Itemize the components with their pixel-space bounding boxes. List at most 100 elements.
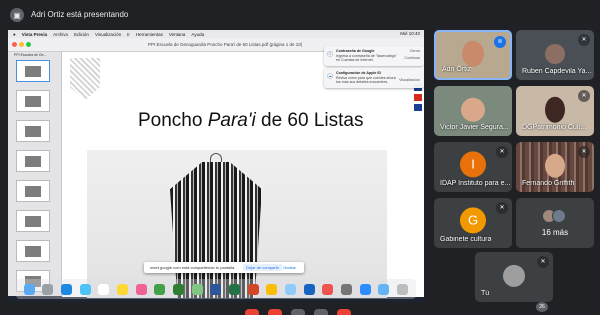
mail-icon[interactable] bbox=[79, 283, 91, 295]
maps-icon[interactable] bbox=[191, 283, 203, 295]
page-thumbnail[interactable] bbox=[16, 150, 50, 172]
avatar bbox=[552, 209, 566, 223]
minimize-window-button[interactable] bbox=[19, 42, 24, 47]
notification-google-password[interactable]: G Contraseña de Google Ingresa a contras… bbox=[324, 46, 424, 66]
presenter-text: Adri Ortiz está presentando bbox=[31, 10, 129, 19]
participant-tile[interactable]: ✕ DGPatrimonio Cult... bbox=[516, 86, 594, 136]
self-tile[interactable]: ✕ Tú bbox=[475, 252, 553, 302]
page-thumbnail[interactable] bbox=[16, 210, 50, 232]
more-participants-count: 16 más bbox=[541, 228, 569, 237]
facetime-icon[interactable] bbox=[173, 283, 185, 295]
page-thumbnail[interactable] bbox=[16, 120, 50, 142]
folder-icon[interactable] bbox=[378, 283, 390, 295]
menu-item-go[interactable]: Ir bbox=[127, 32, 130, 37]
hanger-icon bbox=[210, 153, 222, 163]
page-thumbnail[interactable] bbox=[16, 60, 50, 82]
decorative-pattern bbox=[70, 58, 100, 100]
participant-video bbox=[545, 96, 565, 123]
participant-name: Adri Ortiz bbox=[442, 66, 472, 73]
menu-item-app[interactable]: Vista Previa bbox=[22, 32, 47, 37]
control-button-edge[interactable] bbox=[337, 309, 351, 315]
mac-menubar: ● Vista Previa Archivo Edición Visualiza… bbox=[8, 30, 424, 38]
document-title: PPI Escuela de Genoguardia Poncho Para'i… bbox=[148, 42, 303, 47]
participant-tile[interactable]: ≋ Adri Ortiz bbox=[434, 30, 512, 80]
word-icon[interactable] bbox=[210, 283, 222, 295]
screen-share-bar: meet.google.com está compartiendo tu pan… bbox=[144, 262, 304, 273]
notification-continue-button[interactable]: Continuar bbox=[404, 56, 420, 60]
menu-item-tools[interactable]: Herramientas bbox=[136, 32, 163, 37]
menubar-clock: Mié 10:40 bbox=[400, 31, 420, 36]
shared-screen[interactable]: ● Vista Previa Archivo Edición Visualiza… bbox=[8, 30, 424, 302]
participant-name: Fernando Griffith bbox=[522, 180, 575, 187]
notes-icon[interactable] bbox=[117, 283, 129, 295]
notification-close-button[interactable]: Cerrar bbox=[410, 49, 420, 53]
trash-icon[interactable] bbox=[396, 283, 408, 295]
menu-item-edit[interactable]: Edición bbox=[74, 32, 89, 37]
music-icon[interactable] bbox=[322, 283, 334, 295]
preview-icon[interactable] bbox=[285, 283, 297, 295]
close-window-button[interactable] bbox=[12, 42, 17, 47]
menu-item-file[interactable]: Archivo bbox=[53, 32, 68, 37]
mac-dock bbox=[16, 279, 416, 299]
participant-name: IDAP Instituto para e... bbox=[440, 180, 511, 187]
participant-tile[interactable]: ✕ Fernando Griffith bbox=[516, 142, 594, 192]
control-button-edge[interactable] bbox=[245, 309, 259, 315]
participant-tile[interactable]: I ✕ IDAP Instituto para e... bbox=[434, 142, 512, 192]
mic-off-icon: ✕ bbox=[537, 256, 549, 268]
page-thumbnail[interactable] bbox=[16, 90, 50, 112]
poncho-photo bbox=[87, 150, 387, 298]
calendar-icon[interactable] bbox=[98, 283, 110, 295]
app-store-icon[interactable] bbox=[303, 283, 315, 295]
participant-count-badge: 26 bbox=[536, 302, 548, 312]
excel-icon[interactable] bbox=[229, 283, 241, 295]
mic-off-icon: ✕ bbox=[496, 202, 508, 214]
participant-tile[interactable]: ✕ Ruben Capdevila Ya... bbox=[516, 30, 594, 80]
notification-view-button[interactable]: Visualización bbox=[399, 78, 420, 82]
chrome-icon[interactable] bbox=[266, 283, 278, 295]
participant-video bbox=[461, 97, 485, 122]
safari-icon[interactable] bbox=[61, 283, 73, 295]
slide-title: Poncho Para'i de 60 Listas bbox=[138, 110, 364, 131]
stop-sharing-button[interactable]: Dejar de compartir bbox=[243, 264, 282, 271]
page-thumbnail[interactable] bbox=[16, 180, 50, 202]
thumbnail-sidebar: PPI Escuela de Ge... bbox=[8, 52, 62, 296]
google-icon: G bbox=[327, 51, 333, 57]
more-participants-tile[interactable]: 16 más bbox=[516, 198, 594, 248]
menu-item-help[interactable]: Ayuda bbox=[191, 32, 204, 37]
poncho-image bbox=[170, 162, 262, 298]
powerpoint-icon[interactable] bbox=[247, 283, 259, 295]
control-button-edge[interactable] bbox=[268, 309, 282, 315]
zoom-icon[interactable] bbox=[359, 283, 371, 295]
page-thumbnail[interactable] bbox=[16, 240, 50, 262]
self-name: Tú bbox=[481, 290, 490, 297]
participant-tile[interactable]: G ✕ Gabinete cultura bbox=[434, 198, 512, 248]
menu-item-view[interactable]: Visualización bbox=[95, 32, 121, 37]
messages-icon[interactable] bbox=[154, 283, 166, 295]
control-button-edge[interactable] bbox=[314, 309, 328, 315]
launchpad-icon[interactable] bbox=[42, 283, 54, 295]
participant-name: Gabinete cultura bbox=[440, 236, 492, 243]
photos-icon[interactable] bbox=[135, 283, 147, 295]
participant-tile[interactable]: Victor Javier Segura... bbox=[434, 86, 512, 136]
presentation-icon: ▣ bbox=[10, 8, 24, 22]
participant-video bbox=[545, 153, 565, 178]
mic-off-icon: ✕ bbox=[496, 146, 508, 158]
thumbnail-label: PPI Escuela de Ge... bbox=[14, 53, 47, 57]
participant-avatar: I bbox=[460, 151, 486, 178]
finder-icon[interactable] bbox=[23, 283, 35, 295]
notification-apple-id[interactable]: ☁ Configuración de Apple ID Revisa cómo … bbox=[324, 68, 424, 88]
presenter-bar: ▣ Adri Ortiz está presentando bbox=[0, 0, 600, 30]
settings-icon[interactable] bbox=[340, 283, 352, 295]
participant-video bbox=[462, 40, 484, 67]
participant-avatar: G bbox=[460, 207, 486, 234]
apple-icon[interactable]: ● bbox=[13, 32, 16, 37]
self-avatar bbox=[503, 264, 525, 287]
participant-name: DGPatrimonio Cult... bbox=[522, 124, 587, 131]
menu-item-window[interactable]: Ventana bbox=[169, 32, 186, 37]
participant-name: Victor Javier Segura... bbox=[440, 124, 509, 131]
hide-button[interactable]: Ocultar bbox=[280, 264, 299, 271]
mic-off-icon: ✕ bbox=[578, 34, 590, 46]
control-button-edge[interactable] bbox=[291, 309, 305, 315]
maximize-window-button[interactable] bbox=[26, 42, 31, 47]
cloud-icon: ☁ bbox=[327, 73, 333, 79]
